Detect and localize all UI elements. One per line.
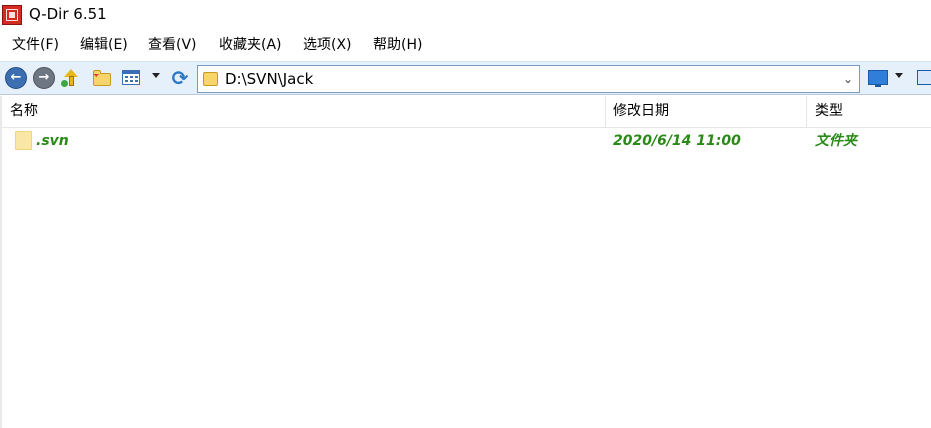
view-mode-dropdown-icon[interactable] <box>895 73 903 78</box>
folder-icon <box>203 72 218 86</box>
view-layout-button[interactable] <box>121 67 143 89</box>
file-type: 文件夹 <box>815 133 857 149</box>
folder-icon <box>15 131 32 150</box>
new-folder-icon: ✦ <box>92 70 111 86</box>
menu-help[interactable]: 帮助(H) <box>373 36 422 54</box>
toolbar: ← → ✦ ⟳ D:\SVN\Jack ⌄ <box>0 61 931 95</box>
column-header-name[interactable]: 名称 <box>0 96 605 127</box>
panel-layout-icon[interactable] <box>917 70 931 85</box>
file-name: .svn <box>36 133 69 149</box>
address-bar[interactable]: D:\SVN\Jack ⌄ <box>197 65 860 93</box>
address-dropdown-icon[interactable]: ⌄ <box>841 72 855 86</box>
up-arrow-icon <box>61 69 78 87</box>
title-bar: Q-Dir 6.51 <box>0 0 931 31</box>
file-modified: 2020/6/14 11:00 <box>613 133 741 149</box>
monitor-icon[interactable] <box>868 70 888 87</box>
forward-arrow-icon: → <box>38 70 50 85</box>
up-folder-button[interactable] <box>61 67 83 89</box>
menu-options[interactable]: 选项(X) <box>303 36 352 54</box>
column-header-type[interactable]: 类型 <box>805 96 931 127</box>
menu-view[interactable]: 查看(V) <box>148 36 197 54</box>
back-button[interactable]: ← <box>5 67 27 89</box>
new-folder-button[interactable]: ✦ <box>91 67 113 89</box>
app-icon[interactable] <box>2 5 22 25</box>
menu-bar: 文件(F) 编辑(E) 查看(V) 收藏夹(A) 选项(X) 帮助(H) <box>0 31 931 59</box>
refresh-button[interactable]: ⟳ <box>169 67 191 89</box>
menu-file[interactable]: 文件(F) <box>12 36 59 54</box>
menu-favorites[interactable]: 收藏夹(A) <box>219 36 282 54</box>
column-header-modified[interactable]: 修改日期 <box>603 96 806 127</box>
back-arrow-icon: ← <box>10 70 22 85</box>
address-path[interactable]: D:\SVN\Jack <box>225 70 313 88</box>
list-header: 名称 修改日期 类型 <box>0 96 931 128</box>
menu-edit[interactable]: 编辑(E) <box>80 36 128 54</box>
chevron-down-icon[interactable] <box>152 73 160 78</box>
grid-view-icon <box>122 70 140 85</box>
forward-button[interactable]: → <box>33 67 55 89</box>
list-item[interactable]: .svn 2020/6/14 11:00 文件夹 <box>0 128 931 154</box>
refresh-icon: ⟳ <box>171 66 189 90</box>
window-title: Q-Dir 6.51 <box>29 5 107 23</box>
